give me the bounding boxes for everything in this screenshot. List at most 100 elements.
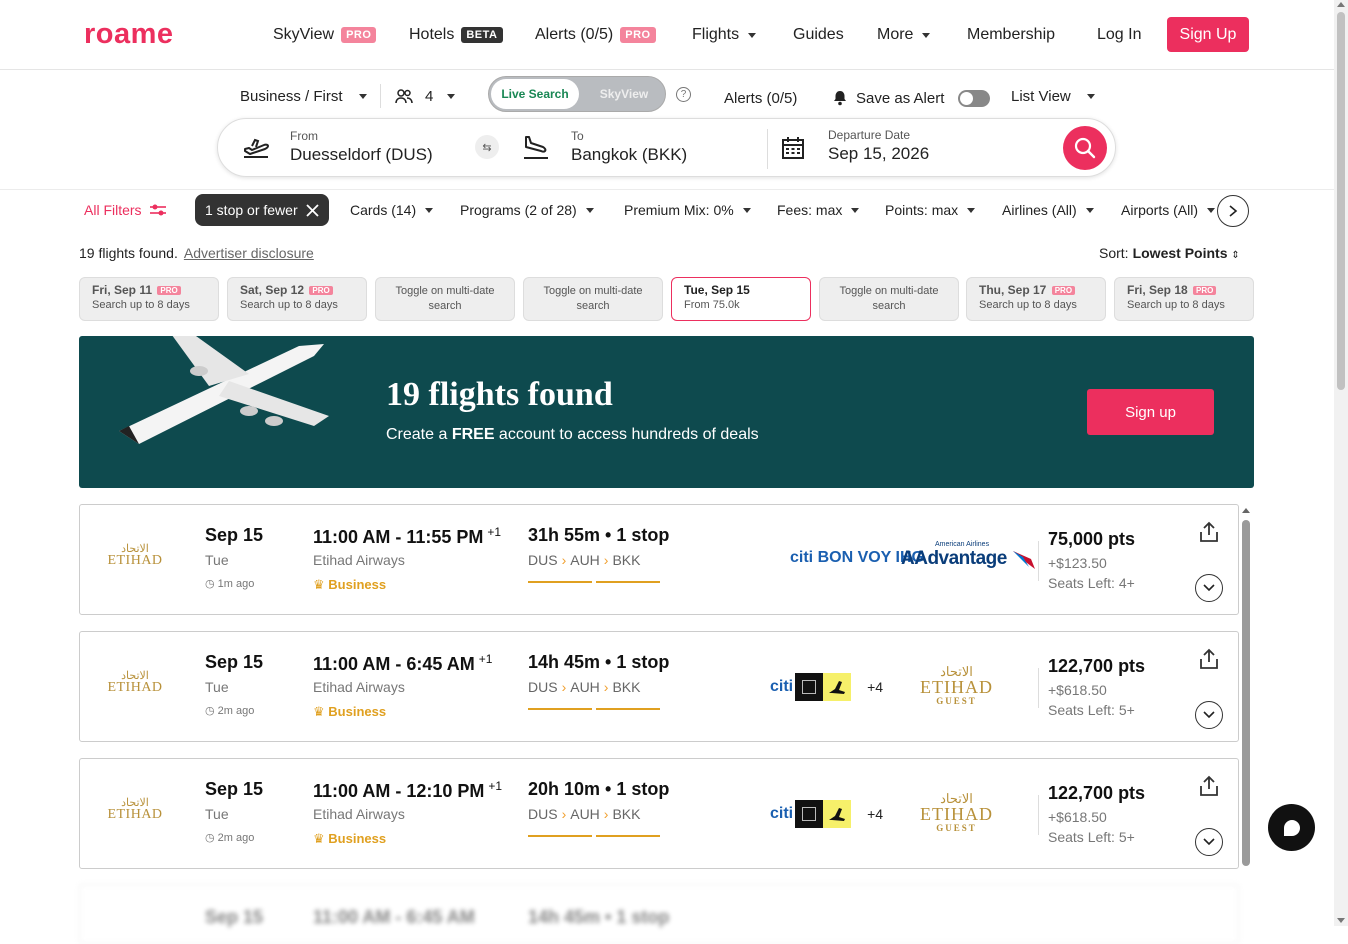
airports-filter[interactable]: Airports (All) bbox=[1121, 202, 1216, 218]
save-alert-toggle[interactable]: Save as Alert bbox=[832, 86, 991, 110]
all-filters-label: All Filters bbox=[84, 202, 142, 218]
roame-logo[interactable]: roame bbox=[84, 18, 174, 51]
pro-badge: PRO bbox=[620, 27, 656, 43]
close-icon[interactable] bbox=[305, 203, 319, 217]
cabin-class: ♛ Business bbox=[313, 577, 386, 593]
login-link[interactable]: Log In bbox=[1097, 26, 1141, 44]
programs-filter[interactable]: Programs (2 of 28) bbox=[460, 202, 594, 218]
scroll-up-icon[interactable] bbox=[1242, 508, 1250, 513]
divider bbox=[380, 84, 381, 108]
page-scrollbar[interactable] bbox=[1334, 0, 1348, 926]
flight-date: Sep 15 bbox=[205, 525, 264, 545]
date-card[interactable]: Thu, Sep 17 PRO Search up to 8 days bbox=[966, 277, 1106, 321]
date-card[interactable]: Toggle on multi-date search bbox=[523, 277, 663, 321]
cabin-select[interactable]: Business / First bbox=[240, 84, 367, 108]
flight-route: DUS › AUH › BKK bbox=[528, 806, 640, 822]
skyview-option[interactable]: SkyView bbox=[585, 79, 663, 109]
flight-date: Sep 15 bbox=[205, 779, 264, 799]
date-card[interactable]: Toggle on multi-date search bbox=[819, 277, 959, 321]
flight-card[interactable]: الاتحاد ETIHAD Sep 15 Tue ◷ 2m ago 11:00 … bbox=[79, 758, 1239, 869]
date-card[interactable]: Sat, Sep 12 PRO Search up to 8 days bbox=[227, 277, 367, 321]
cards-filter[interactable]: Cards (14) bbox=[350, 202, 434, 218]
alert-switch[interactable] bbox=[958, 89, 991, 107]
passengers-select[interactable]: 4 bbox=[395, 84, 456, 108]
clock-icon: ◷ bbox=[205, 578, 215, 590]
date-card[interactable]: Toggle on multi-date search bbox=[375, 277, 515, 321]
date-card[interactable]: Fri, Sep 18 PRO Search up to 8 days bbox=[1114, 277, 1254, 321]
card-logo-black-icon bbox=[795, 800, 824, 828]
stop-filter-chip[interactable]: 1 stop or fewer bbox=[195, 194, 329, 226]
updated-ago: ◷ 1m ago bbox=[205, 577, 254, 590]
nav-flights-dropdown[interactable]: Flights bbox=[692, 26, 757, 44]
search-button[interactable] bbox=[1063, 126, 1107, 170]
alerts-counter[interactable]: Alerts (0/5) bbox=[724, 86, 797, 110]
signup-button[interactable]: Sign Up bbox=[1167, 17, 1249, 52]
save-alert-label: Save as Alert bbox=[856, 89, 945, 107]
date-card-title: Sat, Sep 12 bbox=[240, 283, 305, 297]
route-destination: BKK bbox=[612, 679, 641, 695]
divider bbox=[1038, 795, 1039, 835]
chat-bubble-button[interactable] bbox=[1268, 804, 1315, 851]
nav-more-dropdown[interactable]: More bbox=[877, 26, 931, 44]
nav-alerts[interactable]: Alerts (0/5) PRO bbox=[535, 26, 656, 44]
live-search-option[interactable]: Live Search bbox=[491, 79, 579, 109]
view-select[interactable]: List View bbox=[1011, 84, 1095, 108]
divider bbox=[0, 189, 1334, 190]
to-field[interactable]: To Bangkok (BKK) bbox=[571, 129, 687, 165]
share-icon[interactable] bbox=[1198, 648, 1220, 670]
nav-flights-label: Flights bbox=[692, 26, 740, 43]
scroll-down-icon[interactable] bbox=[1337, 918, 1345, 923]
fees-filter[interactable]: Fees: max bbox=[777, 202, 860, 218]
banner-signup-button[interactable]: Sign up bbox=[1087, 389, 1214, 435]
advertiser-disclosure-link[interactable]: Advertiser disclosure bbox=[184, 245, 314, 261]
departure-date-field[interactable]: Departure Date Sep 15, 2026 bbox=[828, 128, 929, 164]
scroll-up-icon[interactable] bbox=[1337, 2, 1345, 7]
calendar-icon bbox=[782, 137, 804, 159]
caret-down-icon bbox=[851, 207, 860, 213]
crown-icon: ♛ bbox=[313, 577, 325, 592]
route-destination: BKK bbox=[612, 552, 641, 568]
search-mode-toggle[interactable]: Live Search SkyView bbox=[488, 76, 666, 112]
date-card-title: Fri, Sep 18 bbox=[1127, 283, 1188, 297]
date-card-selected[interactable]: Tue, Sep 15 From 75.0k bbox=[671, 277, 811, 321]
clock-icon: ◷ bbox=[205, 705, 215, 717]
scrollbar-thumb[interactable] bbox=[1242, 520, 1250, 866]
pro-badge: PRO bbox=[157, 286, 181, 296]
expand-button[interactable] bbox=[1195, 701, 1223, 729]
premium-mix-filter[interactable]: Premium Mix: 0% bbox=[624, 202, 751, 218]
sort-select[interactable]: Sort: Lowest Points ⇕ bbox=[1099, 245, 1240, 261]
results-scrollbar[interactable] bbox=[1241, 508, 1251, 926]
flight-card[interactable]: الاتحاد ETIHAD Sep 15 Tue ◷ 1m ago 11:00 … bbox=[79, 504, 1239, 615]
from-field[interactable]: From Duesseldorf (DUS) bbox=[290, 129, 433, 165]
help-icon[interactable]: ? bbox=[676, 87, 691, 102]
points-price: 75,000 pts bbox=[1048, 529, 1136, 549]
flight-card-locked: Sep 15 11:00 AM - 6:45 AM 14h 45m • 1 st… bbox=[79, 884, 1239, 944]
expand-button[interactable] bbox=[1195, 828, 1223, 856]
cabin-class: ♛ Business bbox=[313, 831, 386, 847]
filters-next-button[interactable] bbox=[1217, 195, 1249, 227]
nav-hotels[interactable]: Hotels BETA bbox=[409, 26, 503, 44]
all-filters-button[interactable]: All Filters bbox=[84, 202, 167, 218]
transfer-cards: citi +4 bbox=[770, 673, 883, 701]
caret-down-icon bbox=[585, 207, 594, 213]
swap-icon[interactable]: ⇆ bbox=[475, 135, 499, 159]
date-card-sub: From 75.0k bbox=[684, 299, 740, 311]
date-card-sub: Search up to 8 days bbox=[979, 299, 1077, 312]
caret-down-icon bbox=[1085, 207, 1094, 213]
flight-card[interactable]: الاتحاد ETIHAD Sep 15 Tue ◷ 2m ago 11:00 … bbox=[79, 631, 1239, 742]
route-origin: DUS bbox=[528, 552, 558, 568]
scrollbar-thumb[interactable] bbox=[1337, 12, 1345, 390]
share-icon[interactable] bbox=[1198, 521, 1220, 543]
route-origin: DUS bbox=[528, 679, 558, 695]
nav-guides[interactable]: Guides bbox=[793, 26, 844, 44]
flight-duration: 31h 55m • 1 stop bbox=[528, 525, 670, 545]
points-price: 122,700 pts bbox=[1048, 656, 1146, 676]
airlines-filter[interactable]: Airlines (All) bbox=[1002, 202, 1094, 218]
share-icon[interactable] bbox=[1198, 775, 1220, 797]
caret-down-icon bbox=[425, 207, 434, 213]
nav-membership[interactable]: Membership bbox=[967, 26, 1055, 44]
expand-button[interactable] bbox=[1195, 574, 1223, 602]
points-filter[interactable]: Points: max bbox=[885, 202, 976, 218]
date-card[interactable]: Fri, Sep 11 PRO Search up to 8 days bbox=[79, 277, 219, 321]
nav-skyview[interactable]: SkyView PRO bbox=[273, 26, 377, 44]
